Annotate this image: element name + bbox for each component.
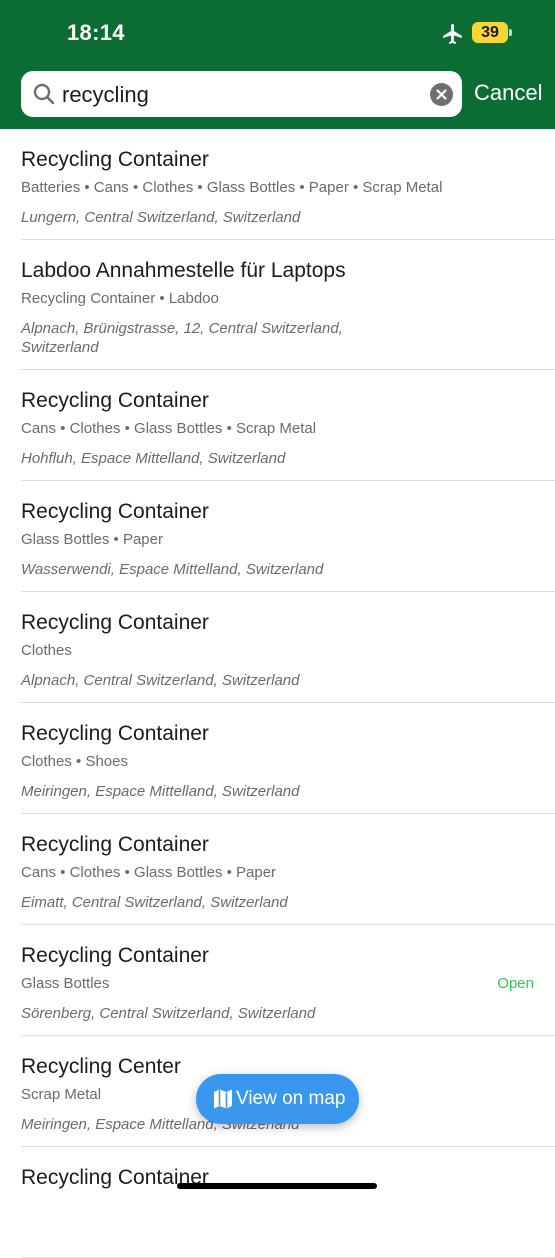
view-on-map-label: View on map — [236, 1088, 346, 1109]
search-input[interactable]: recycling — [21, 71, 462, 117]
battery-indicator: 39 — [472, 22, 508, 43]
list-item[interactable]: Recycling Container Glass Bottles • Pape… — [21, 481, 555, 592]
battery-cap — [509, 29, 512, 36]
open-status: Open — [497, 975, 534, 992]
result-title: Recycling Container — [21, 833, 209, 856]
list-item[interactable]: Recycling Container Clothes • Shoes Meir… — [21, 703, 555, 814]
result-address: Alpnach, Central Switzerland, Switzerlan… — [21, 672, 300, 689]
clear-search-icon[interactable] — [430, 83, 453, 106]
result-categories: Scrap Metal — [21, 1086, 102, 1103]
result-address: Meiringen, Espace Mittelland, Switzerlan… — [21, 783, 300, 800]
result-address: Alpnach, Brünigstrasse, 12, Central Swit… — [21, 320, 343, 356]
list-item[interactable]: Recycling Container Cans • Clothes • Gla… — [21, 814, 555, 925]
app-header: 18:14 39 recycling Cancel — [0, 0, 555, 129]
list-item[interactable]: Labdoo Annahmestelle für Laptops Recycli… — [21, 240, 555, 370]
result-address: Sörenberg, Central Switzerland, Switzerl… — [21, 1005, 316, 1022]
result-categories: Recycling Container • Labdoo — [21, 290, 219, 307]
result-categories: Clothes • Shoes — [21, 753, 128, 770]
result-address: Wasserwendi, Espace Mittelland, Switzerl… — [21, 561, 324, 578]
result-title: Labdoo Annahmestelle für Laptops — [21, 259, 346, 282]
result-address: Lungern, Central Switzerland, Switzerlan… — [21, 209, 301, 226]
search-icon — [33, 83, 55, 105]
list-item[interactable]: Recycling Container — [21, 1147, 555, 1258]
result-categories: Cans • Clothes • Glass Bottles • Scrap M… — [21, 420, 317, 437]
view-on-map-button[interactable]: View on map — [196, 1074, 359, 1124]
search-query[interactable]: recycling — [62, 82, 149, 108]
result-title: Recycling Container — [21, 611, 209, 634]
list-item[interactable]: Recycling Container Batteries • Cans • C… — [21, 129, 555, 240]
status-time: 18:14 — [67, 20, 125, 45]
home-indicator — [177, 1183, 377, 1189]
result-title: Recycling Container — [21, 389, 209, 412]
result-categories: Clothes — [21, 642, 72, 659]
result-title: Recycling Container — [21, 722, 209, 745]
list-item[interactable]: Recycling Container Glass Bottles Open S… — [21, 925, 555, 1036]
cancel-button[interactable]: Cancel — [474, 80, 542, 106]
result-categories: Glass Bottles — [21, 975, 110, 992]
airplane-mode-icon — [443, 24, 462, 44]
result-title: Recycling Container — [21, 500, 209, 523]
result-address: Eimatt, Central Switzerland, Switzerland — [21, 894, 288, 911]
result-title: Recycling Container — [21, 944, 209, 967]
list-item[interactable]: Recycling Container Clothes Alpnach, Cen… — [21, 592, 555, 703]
result-title: Recycling Container — [21, 148, 209, 171]
result-categories: Cans • Clothes • Glass Bottles • Paper — [21, 864, 277, 881]
list-item[interactable]: Recycling Container Cans • Clothes • Gla… — [21, 370, 555, 481]
result-categories: Glass Bottles • Paper — [21, 531, 163, 548]
map-icon — [214, 1089, 232, 1109]
result-title: Recycling Center — [21, 1055, 181, 1078]
result-address: Hohfluh, Espace Mittelland, Switzerland — [21, 450, 286, 467]
result-categories: Batteries • Cans • Clothes • Glass Bottl… — [21, 179, 443, 196]
